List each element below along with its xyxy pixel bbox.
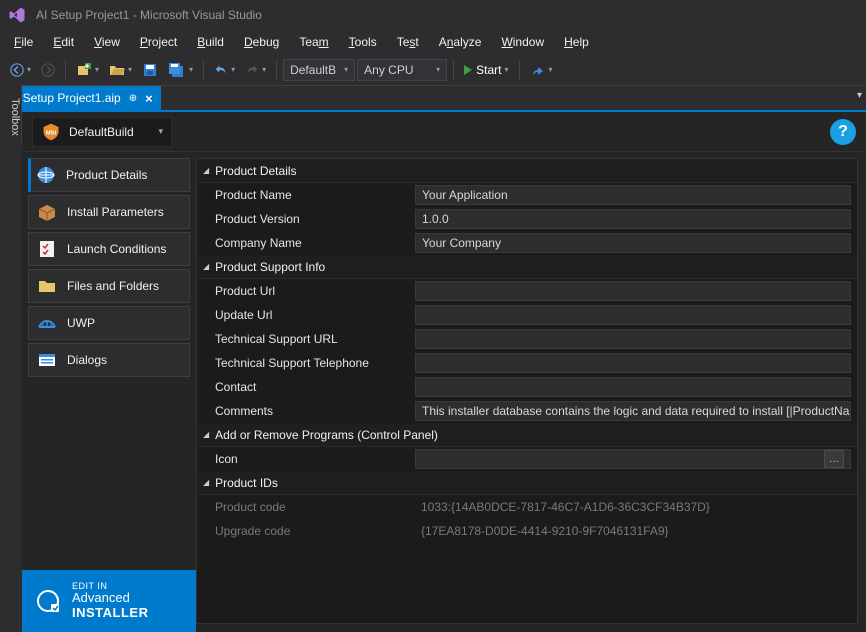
menu-edit[interactable]: Edit (43, 32, 84, 52)
save-all-button[interactable] (164, 59, 197, 81)
nav-dialogs[interactable]: Dialogs (28, 343, 190, 377)
build-config-bar: MSI DefaultBuild ? (22, 112, 866, 152)
help-button[interactable]: ? (830, 119, 856, 145)
row-update-url: Update Url (197, 303, 857, 327)
nav-product-details[interactable]: Product Details (28, 158, 190, 192)
solution-platform-combo[interactable]: Any CPU (357, 59, 447, 81)
row-product-url: Product Url (197, 279, 857, 303)
build-config-label: DefaultBuild (69, 125, 134, 139)
row-contact: Contact (197, 375, 857, 399)
row-comments: Comments This installer database contain… (197, 399, 857, 423)
menu-window[interactable]: Window (491, 32, 554, 52)
value-product-code: 1033:{14AB0DCE-7817-46C7-A1D6-36C3CF34B3… (415, 497, 851, 517)
dialog-icon (37, 350, 57, 370)
nav-launch-conditions[interactable]: Launch Conditions (28, 232, 190, 266)
input-product-name[interactable]: Your Application (415, 185, 851, 205)
row-icon: Icon … (197, 447, 857, 471)
input-company-name[interactable]: Your Company (415, 233, 851, 253)
input-update-url[interactable] (415, 305, 851, 325)
row-tech-support-telephone: Technical Support Telephone (197, 351, 857, 375)
msi-icon: MSI (41, 122, 61, 142)
input-icon[interactable]: … (415, 449, 851, 469)
menu-team[interactable]: Team (289, 32, 338, 52)
checklist-icon (37, 239, 57, 259)
start-debug-button[interactable]: Start (460, 59, 512, 81)
save-button[interactable] (138, 59, 162, 81)
globe-icon (36, 165, 56, 185)
row-product-name: Product Name Your Application (197, 183, 857, 207)
browse-icon-button[interactable]: … (824, 450, 844, 468)
property-grid: Product Details Product Name Your Applic… (196, 158, 858, 624)
solution-config-combo[interactable]: DefaultB (283, 59, 355, 81)
document-tabstrip: AI Setup Project1.aip ⊕ × (0, 86, 866, 112)
play-icon (464, 65, 472, 75)
visual-studio-icon (8, 6, 26, 24)
nav-install-parameters[interactable]: Install Parameters (28, 195, 190, 229)
menu-file[interactable]: File (4, 32, 43, 52)
tab-overflow-button[interactable]: ▾ (857, 90, 862, 101)
page-nav: Product Details Install Parameters Launc… (22, 152, 196, 632)
bridge-icon (37, 313, 57, 333)
row-upgrade-code: Upgrade code {17EA8178-D0DE-4414-9210-9F… (197, 519, 857, 543)
nav-files-and-folders[interactable]: Files and Folders (28, 269, 190, 303)
tab-label: AI Setup Project1.aip (8, 91, 121, 105)
redo-button[interactable] (241, 59, 270, 81)
main-toolbar: DefaultB Any CPU Start (0, 54, 866, 86)
input-tech-support-url[interactable] (415, 329, 851, 349)
menu-view[interactable]: View (84, 32, 130, 52)
row-company-name: Company Name Your Company (197, 231, 857, 255)
menu-tools[interactable]: Tools (339, 32, 387, 52)
group-product-ids[interactable]: Product IDs (197, 471, 857, 495)
row-product-version: Product Version 1.0.0 (197, 207, 857, 231)
menu-test[interactable]: Test (387, 32, 429, 52)
svg-text:MSI: MSI (46, 130, 57, 136)
document-tab-active[interactable]: AI Setup Project1.aip ⊕ × (0, 86, 161, 110)
nav-uwp[interactable]: UWP (28, 306, 190, 340)
input-contact[interactable] (415, 377, 851, 397)
window-title: AI Setup Project1 - Microsoft Visual Stu… (36, 8, 262, 22)
menu-debug[interactable]: Debug (234, 32, 289, 52)
pin-icon[interactable]: ⊕ (129, 93, 137, 104)
group-product-details[interactable]: Product Details (197, 159, 857, 183)
undo-button[interactable] (210, 59, 239, 81)
titlebar: AI Setup Project1 - Microsoft Visual Stu… (0, 0, 866, 30)
row-tech-support-url: Technical Support URL (197, 327, 857, 351)
menu-build[interactable]: Build (187, 32, 234, 52)
group-product-support-info[interactable]: Product Support Info (197, 255, 857, 279)
menu-analyze[interactable]: Analyze (429, 32, 492, 52)
box-icon (37, 202, 57, 222)
menu-help[interactable]: Help (554, 32, 599, 52)
close-icon[interactable]: × (145, 91, 153, 106)
advanced-installer-icon (34, 587, 62, 615)
row-product-code: Product code 1033:{14AB0DCE-7817-46C7-A1… (197, 495, 857, 519)
editor-workspace: MSI DefaultBuild ? Product Details Insta… (22, 112, 866, 632)
input-product-url[interactable] (415, 281, 851, 301)
input-tech-support-telephone[interactable] (415, 353, 851, 373)
folder-icon (37, 276, 57, 296)
toolbox-side-tab[interactable]: Toolbox (0, 84, 22, 144)
build-config-combo[interactable]: MSI DefaultBuild (32, 117, 172, 147)
input-comments[interactable]: This installer database contains the log… (415, 401, 851, 421)
group-add-remove-programs[interactable]: Add or Remove Programs (Control Panel) (197, 423, 857, 447)
value-upgrade-code: {17EA8178-D0DE-4414-9210-9F7046131FA9} (415, 521, 851, 541)
new-project-button[interactable] (72, 59, 103, 81)
edit-in-advanced-installer-button[interactable]: EDIT IN Advanced INSTALLER (22, 570, 196, 632)
nav-forward-button[interactable] (37, 59, 59, 81)
input-product-version[interactable]: 1.0.0 (415, 209, 851, 229)
nav-back-button[interactable] (6, 59, 35, 81)
open-file-button[interactable] (105, 59, 136, 81)
menu-project[interactable]: Project (130, 32, 187, 52)
menubar: File Edit View Project Build Debug Team … (0, 30, 866, 54)
browser-link-button[interactable] (526, 59, 557, 81)
